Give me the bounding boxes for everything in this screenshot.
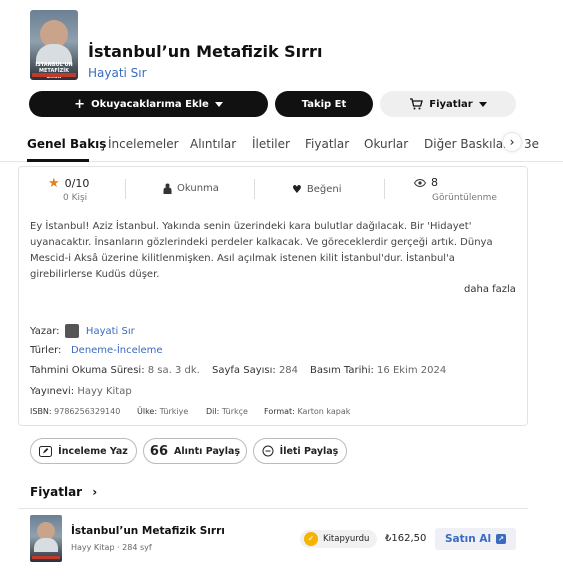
kitapyurdu-logo-icon: ✓ xyxy=(304,532,318,546)
book-title: İstanbul’un Metafizik Sırrı xyxy=(88,42,323,61)
follow-button[interactable]: Takip Et xyxy=(275,91,373,117)
views-stat: 8 xyxy=(414,176,438,189)
book-cover: İSTANBUL'UN METAFİZİK SIRRI xyxy=(30,10,78,80)
prices-section-title[interactable]: Fiyatlar › xyxy=(30,485,97,499)
pencil-square-icon xyxy=(39,445,53,457)
tabs-scroll-right-icon[interactable]: › xyxy=(503,133,521,151)
publisher-link[interactable]: Hayy Kitap xyxy=(77,386,131,397)
tab-bar: Genel Bakış İncelemeler Alıntılar İletil… xyxy=(0,130,563,162)
eye-icon xyxy=(414,178,426,187)
chevron-right-icon: › xyxy=(92,485,98,499)
quote-icon: 66 xyxy=(149,443,168,459)
meta-pub-date: Basım Tarihi: 16 Ekim 2024 xyxy=(310,365,447,376)
tab-reviews[interactable]: İncelemeler xyxy=(108,137,179,151)
section-divider xyxy=(18,508,528,509)
external-link-icon: ↗ xyxy=(496,534,507,544)
tab-quotes[interactable]: Alıntılar xyxy=(190,137,236,151)
author-link[interactable]: Hayati Sır xyxy=(86,326,135,337)
tab-prices[interactable]: Fiyatlar xyxy=(305,137,349,151)
stat-divider xyxy=(125,179,126,199)
author-avatar xyxy=(64,324,79,338)
stat-divider xyxy=(254,179,255,199)
write-review-button[interactable]: İnceleme Yaz xyxy=(30,438,137,464)
read-more-link[interactable]: daha fazla xyxy=(464,284,516,295)
tab-more[interactable]: 3e xyxy=(524,137,539,151)
share-post-button[interactable]: İleti Paylaş xyxy=(253,438,347,464)
plus-icon: + xyxy=(74,96,86,112)
store-badge: ✓ Kitapyurdu xyxy=(300,530,378,548)
chevron-down-icon xyxy=(478,101,487,107)
tab-posts[interactable]: İletiler xyxy=(252,137,290,151)
chat-bubble-icon xyxy=(262,445,274,457)
meta-country: Ülke: Türkiye xyxy=(137,407,189,416)
reader-icon xyxy=(163,183,172,194)
rating-count: 0 Kişi xyxy=(63,193,88,203)
book-author-link[interactable]: Hayati Sır xyxy=(88,66,147,80)
tab-readers[interactable]: Okurlar xyxy=(364,137,408,151)
rating-stat[interactable]: ★ 0/10 xyxy=(48,176,89,191)
share-quote-button[interactable]: 66 Alıntı Paylaş xyxy=(143,438,247,464)
buy-button[interactable]: Satın Al ↗ xyxy=(435,528,516,550)
meta-format: Format: Karton kapak xyxy=(264,407,351,416)
meta-isbn: ISBN: 9786256329140 xyxy=(30,407,121,416)
add-to-reading-list-button[interactable]: + Okuyacaklarıma Ekle xyxy=(29,91,268,117)
heart-icon: ♥ xyxy=(292,183,302,196)
star-icon: ★ xyxy=(48,176,60,191)
cart-icon xyxy=(410,98,424,110)
prices-dropdown-button[interactable]: Fiyatlar xyxy=(380,91,516,117)
tab-overview[interactable]: Genel Bakış xyxy=(27,137,106,151)
price-item-cover xyxy=(30,515,62,562)
price-item-title: İstanbul’un Metafizik Sırrı xyxy=(71,525,225,537)
chevron-down-icon xyxy=(214,101,223,107)
meta-language: Dil: Türkçe xyxy=(206,407,248,416)
meta-genres-row: Türler: Deneme-İnceleme xyxy=(30,345,163,356)
price-item-subtitle: Hayy Kitap · 284 syf xyxy=(71,543,152,552)
tab-other-editions[interactable]: Diğer Baskılar xyxy=(424,137,508,151)
book-description: Ey İstanbul! Aziz İstanbul. Yakında seni… xyxy=(30,221,493,280)
price-value: ₺162,50 xyxy=(385,533,427,544)
meta-pages: Sayfa Sayısı: 284 xyxy=(212,365,299,376)
views-label: Görüntülenme xyxy=(432,193,497,203)
stat-divider xyxy=(384,179,385,199)
meta-reading-time: Tahmini Okuma Süresi: 8 sa. 3 dk. xyxy=(30,365,200,376)
reading-stat[interactable]: Okunma xyxy=(163,183,219,194)
like-stat[interactable]: ♥ Beğeni xyxy=(292,183,342,196)
meta-publisher: Yayınevi: Hayy Kitap xyxy=(30,386,132,397)
genre-link[interactable]: Deneme-İnceleme xyxy=(71,345,163,356)
active-tab-indicator xyxy=(27,159,89,162)
meta-author-row: Yazar: Hayati Sır xyxy=(30,324,135,338)
